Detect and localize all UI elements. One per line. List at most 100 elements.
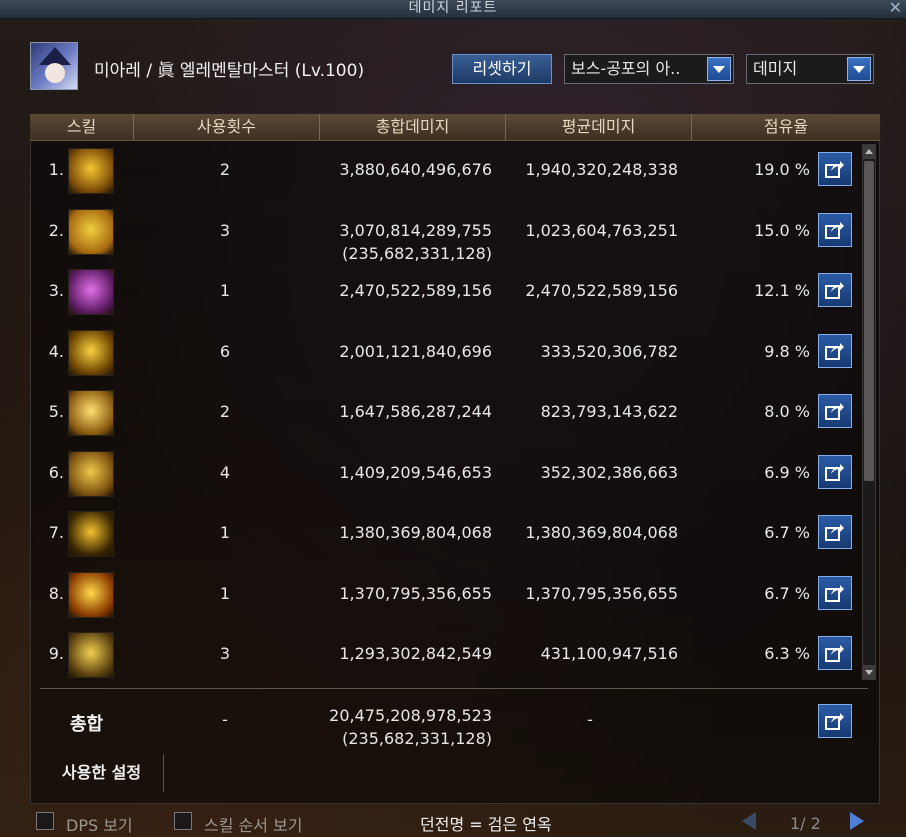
chevron-down-icon[interactable] bbox=[707, 57, 731, 81]
share-icon bbox=[825, 585, 844, 602]
summary-avg-damage: - bbox=[587, 710, 593, 729]
row-share-button[interactable] bbox=[818, 455, 852, 489]
row-rank: 2. bbox=[48, 221, 64, 240]
summary-label: 총합 bbox=[70, 714, 104, 735]
row-total-damage: 1,370,795,356,655 bbox=[339, 584, 492, 603]
row-rank: 6. bbox=[48, 463, 64, 482]
row-share: 15.0 % bbox=[754, 221, 810, 240]
row-share-button[interactable] bbox=[818, 576, 852, 610]
row-rank: 7. bbox=[48, 523, 64, 542]
sun-flare-icon[interactable] bbox=[68, 572, 114, 618]
dark-orb-icon[interactable] bbox=[68, 269, 114, 315]
black-hole-icon[interactable] bbox=[68, 511, 114, 557]
row-share: 6.7 % bbox=[764, 523, 810, 542]
row-share-button[interactable] bbox=[818, 273, 852, 307]
arcane-slash-icon[interactable] bbox=[68, 632, 114, 678]
row-share-button[interactable] bbox=[818, 515, 852, 549]
star-explosion-icon[interactable] bbox=[68, 209, 114, 255]
col-skill[interactable]: 스킬 bbox=[30, 114, 134, 140]
share-icon bbox=[825, 282, 844, 299]
row-uses: 2 bbox=[219, 402, 231, 421]
mode-select[interactable]: 데미지 bbox=[746, 54, 874, 84]
row-share: 8.0 % bbox=[764, 402, 810, 421]
row-total-extra: (235,682,331,128) bbox=[342, 244, 492, 263]
summary-share-button[interactable] bbox=[818, 704, 852, 738]
page-indicator: 1/ 2 bbox=[790, 814, 821, 833]
row-share-button[interactable] bbox=[818, 394, 852, 428]
window-title: 데미지 리포트 bbox=[408, 0, 498, 16]
prev-page-icon[interactable] bbox=[742, 812, 756, 830]
lightning-burst-icon[interactable] bbox=[68, 148, 114, 194]
share-icon bbox=[825, 343, 844, 360]
row-share-button[interactable] bbox=[818, 152, 852, 186]
scroll-thumb[interactable] bbox=[864, 161, 874, 481]
skill-order-checkbox[interactable] bbox=[174, 812, 192, 830]
table-row: 8. 1 1,370,795,356,655 1,370,795,356,655 6.7… bbox=[30, 566, 860, 626]
col-uses[interactable]: 사용횟수 bbox=[134, 114, 320, 140]
share-icon bbox=[825, 713, 844, 730]
col-avg-damage[interactable]: 평균데미지 bbox=[506, 114, 692, 140]
row-avg-damage: 1,023,604,763,251 bbox=[525, 221, 678, 240]
mode-select-value: 데미지 bbox=[753, 59, 798, 78]
row-uses: 1 bbox=[219, 523, 231, 542]
skill-order-checkbox-label[interactable]: 스킬 순서 보기 bbox=[204, 812, 303, 836]
crystal-cluster-icon[interactable] bbox=[68, 451, 114, 497]
row-rank: 1. bbox=[48, 160, 64, 179]
row-share: 9.8 % bbox=[764, 342, 810, 361]
row-uses: 3 bbox=[219, 644, 231, 663]
summary-uses: - bbox=[222, 710, 228, 729]
col-total-damage[interactable]: 총합데미지 bbox=[320, 114, 506, 140]
table-row: 9. 3 1,293,302,842,549 431,100,947,516 6.3 % bbox=[30, 626, 860, 686]
table-row: 5. 2 1,647,586,287,244 823,793,143,622 8.0 % bbox=[30, 384, 860, 444]
share-icon bbox=[825, 464, 844, 481]
row-uses: 3 bbox=[219, 221, 231, 240]
table-row: 2. 3 3,070,814,289,755 (235,682,331,128) 1,0… bbox=[30, 203, 860, 263]
row-share-button[interactable] bbox=[818, 334, 852, 368]
table-row: 4. 6 2,001,121,840,696 333,520,306,782 9.8 % bbox=[30, 324, 860, 384]
row-total-damage: 1,380,369,804,068 bbox=[339, 523, 492, 542]
light-pillars-icon[interactable] bbox=[68, 330, 114, 376]
row-avg-damage: 823,793,143,622 bbox=[540, 402, 678, 421]
table-row: 3. 1 2,470,522,589,156 2,470,522,589,156 12.… bbox=[30, 263, 860, 323]
table-row: 7. 1 1,380,369,804,068 1,380,369,804,068 6.7… bbox=[30, 505, 860, 565]
character-avatar bbox=[30, 42, 78, 90]
row-total-damage: 2,001,121,840,696 bbox=[339, 342, 492, 361]
row-uses: 6 bbox=[219, 342, 231, 361]
dungeon-name: 던전명 = 검은 연옥 bbox=[420, 815, 552, 834]
summary-divider bbox=[40, 688, 868, 689]
row-share: 6.3 % bbox=[764, 644, 810, 663]
next-page-icon[interactable] bbox=[850, 812, 864, 830]
target-select[interactable]: 보스-공포의 아.. bbox=[564, 54, 734, 84]
row-avg-damage: 352,302,386,663 bbox=[540, 463, 678, 482]
row-share: 12.1 % bbox=[754, 281, 810, 300]
chevron-down-icon[interactable] bbox=[847, 57, 871, 81]
row-rank: 8. bbox=[48, 584, 64, 603]
row-avg-damage: 1,940,320,248,338 bbox=[525, 160, 678, 179]
table-row: 6. 4 1,409,209,546,653 352,302,386,663 6.9 % bbox=[30, 445, 860, 505]
share-icon bbox=[825, 524, 844, 541]
scroll-up-icon[interactable] bbox=[863, 145, 875, 159]
close-icon[interactable]: ✕ bbox=[889, 0, 902, 17]
row-uses: 2 bbox=[219, 160, 231, 179]
row-avg-damage: 1,380,369,804,068 bbox=[525, 523, 678, 542]
col-share[interactable]: 점유율 bbox=[692, 114, 880, 140]
dps-checkbox-label[interactable]: DPS 보기 bbox=[66, 812, 133, 836]
dps-checkbox[interactable] bbox=[36, 812, 54, 830]
row-rank: 3. bbox=[48, 281, 64, 300]
window-titlebar: 데미지 리포트 ✕ bbox=[0, 0, 906, 19]
share-icon bbox=[825, 222, 844, 239]
halo-flame-icon[interactable] bbox=[68, 390, 114, 436]
used-settings-tab[interactable]: 사용한 설정 bbox=[40, 754, 164, 792]
row-total-damage: 3,880,640,496,676 bbox=[339, 160, 492, 179]
row-share-button[interactable] bbox=[818, 213, 852, 247]
row-rank: 5. bbox=[48, 402, 64, 421]
table-header: 스킬 사용횟수 총합데미지 평균데미지 점유율 bbox=[30, 114, 880, 141]
share-icon bbox=[825, 645, 844, 662]
footer-bar: DPS 보기 스킬 순서 보기 던전명 = 검은 연옥 1/ 2 bbox=[0, 806, 906, 837]
table-scrollbar[interactable] bbox=[862, 144, 876, 680]
reset-button[interactable]: 리셋하기 bbox=[452, 54, 552, 84]
row-total-damage: 1,647,586,287,244 bbox=[339, 402, 492, 421]
row-share-button[interactable] bbox=[818, 636, 852, 670]
scroll-down-icon[interactable] bbox=[863, 665, 875, 679]
row-share: 6.9 % bbox=[764, 463, 810, 482]
